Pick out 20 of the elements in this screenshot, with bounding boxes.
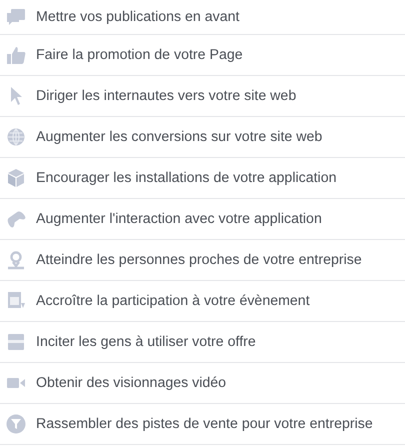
objective-label[interactable]: Faire la promotion de votre Page — [36, 47, 243, 63]
objective-label[interactable]: Diriger les internautes vers votre site web — [36, 88, 296, 104]
thumbs-up-icon — [6, 45, 26, 65]
globe-icon — [6, 127, 26, 147]
objective-label[interactable]: Mettre vos publications en avant — [36, 9, 240, 25]
objective-label[interactable]: Augmenter les conversions sur votre site web — [36, 129, 322, 145]
objective-label[interactable]: Encourager les installations de votre application — [36, 170, 336, 186]
objective-label[interactable]: Inciter les gens à utiliser votre offre — [36, 334, 256, 350]
objective-label[interactable]: Rassembler des pistes de vente pour votre entreprise — [36, 416, 373, 432]
location-pin-icon — [6, 250, 26, 270]
objective-label[interactable]: Augmenter l'interaction avec votre application — [36, 211, 322, 227]
gamepad-icon — [6, 209, 26, 229]
filter-icon — [6, 414, 26, 434]
speech-bubbles-icon — [6, 7, 26, 27]
objective-label[interactable]: Accroître la participation à votre évènement — [36, 293, 310, 309]
cube-icon — [6, 168, 26, 188]
storefront-icon — [6, 332, 26, 352]
objective-label[interactable]: Atteindre les personnes proches de votre entreprise — [36, 252, 362, 268]
calendar-icon — [6, 291, 26, 311]
objective-label[interactable]: Obtenir des visionnages vidéo — [36, 375, 226, 391]
